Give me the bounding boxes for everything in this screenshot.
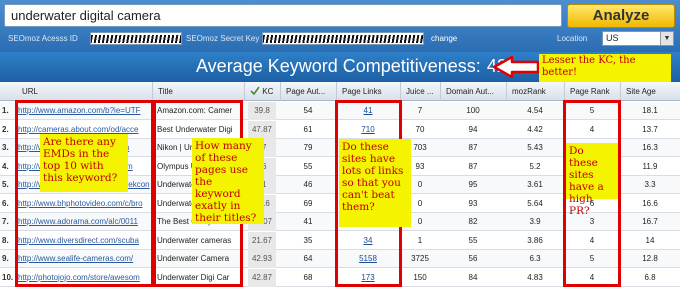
site-age-cell: 14 xyxy=(645,235,655,245)
url-column-highlight xyxy=(15,100,154,287)
kc-cell: 39.8 xyxy=(248,102,276,120)
mozrank-cell: 4.42 xyxy=(527,124,543,134)
row-number: 8. xyxy=(2,235,9,245)
row-number: 6. xyxy=(2,198,9,208)
site-age-cell: 18.1 xyxy=(642,106,658,115)
access-id-label: SEOmoz Acesss ID xyxy=(8,34,78,43)
domain-authority-cell: 95 xyxy=(468,180,478,189)
page-authority-cell: 68 xyxy=(303,272,313,282)
site-age-cell: 16.3 xyxy=(642,143,658,152)
header-url[interactable]: URL xyxy=(14,82,152,101)
domain-authority-cell: 94 xyxy=(468,124,478,134)
change-link[interactable]: change xyxy=(431,34,457,43)
juice-cell: 70 xyxy=(415,124,425,134)
page-authority-cell: 55 xyxy=(303,161,313,171)
chevron-down-icon[interactable]: ▼ xyxy=(660,32,673,45)
domain-authority-cell: 87 xyxy=(468,161,478,171)
page-authority-cell: 64 xyxy=(303,254,313,263)
header-domain-authority[interactable]: Domain Aut... xyxy=(440,82,506,101)
mozrank-cell: 6.3 xyxy=(529,254,541,263)
kc-cell: 21.67 xyxy=(248,231,276,250)
pagerank-note: Do these sites have a high PR? xyxy=(566,143,618,217)
redacted-scribble xyxy=(91,35,181,43)
row-number: 2. xyxy=(2,124,9,134)
site-age-cell: 6.8 xyxy=(644,272,656,282)
location-selected-value: US xyxy=(606,33,619,43)
header-kc-label: KC xyxy=(262,87,274,96)
keyword-input[interactable]: underwater digital camera xyxy=(4,4,562,27)
kc-cell: 42.93 xyxy=(248,250,276,268)
site-age-cell: 12.8 xyxy=(642,254,658,263)
juice-cell: 150 xyxy=(413,272,427,282)
mozrank-cell: 4.83 xyxy=(527,272,543,282)
header-juice[interactable]: Juice ... xyxy=(400,82,440,101)
mozrank-cell: 3.9 xyxy=(529,217,541,226)
red-arrow-icon xyxy=(492,56,540,78)
emd-note: Are there any EMDs in the top 10 with th… xyxy=(40,134,128,192)
domain-authority-cell: 84 xyxy=(468,272,478,282)
site-age-cell: 16.6 xyxy=(642,198,658,208)
row-number: 4. xyxy=(2,161,9,171)
domain-authority-cell: 56 xyxy=(468,254,478,263)
page-authority-cell: 46 xyxy=(303,180,313,189)
domain-authority-cell: 93 xyxy=(468,198,478,208)
secret-key-field[interactable] xyxy=(262,32,424,45)
secret-key-label: SEOmoz Secret Key xyxy=(186,34,260,43)
header-page-rank[interactable]: Page Rank xyxy=(564,82,620,101)
analyze-button[interactable]: Analyze xyxy=(567,4,675,28)
links-note: Do these sites have lots of links so tha… xyxy=(339,139,411,227)
header-page-authority[interactable]: Page Aut... xyxy=(280,82,336,101)
row-number: 10. xyxy=(2,272,14,282)
site-age-cell: 16.7 xyxy=(642,217,658,226)
row-number: 3. xyxy=(2,143,9,152)
juice-cell: 7 xyxy=(417,106,423,115)
kc-cell: 47.87 xyxy=(248,120,276,139)
header-title[interactable]: Title xyxy=(152,82,244,101)
site-age-cell: 11.9 xyxy=(642,161,658,171)
header-site-age[interactable]: Site Age xyxy=(620,82,680,101)
kc-label: Average Keyword Competitiveness: xyxy=(196,56,481,76)
page-authority-cell: 54 xyxy=(303,106,313,115)
page-authority-cell: 79 xyxy=(303,143,313,152)
mozrank-cell: 5.43 xyxy=(527,143,543,152)
site-age-cell: 13.7 xyxy=(642,124,658,134)
redacted-scribble xyxy=(263,35,423,43)
mozrank-cell: 5.64 xyxy=(527,198,543,208)
mozrank-cell: 3.86 xyxy=(527,235,543,245)
location-label: Location xyxy=(557,34,588,43)
kc-cell: 42.87 xyxy=(248,268,276,287)
mozrank-cell: 4.54 xyxy=(527,106,543,115)
domain-authority-cell: 82 xyxy=(468,217,478,226)
row-number: 7. xyxy=(2,217,9,226)
header-kc[interactable]: KC xyxy=(244,82,280,101)
domain-authority-cell: 87 xyxy=(468,143,478,152)
search-bar: underwater digital camera Analyze SEOmoz… xyxy=(0,0,680,52)
page-authority-cell: 69 xyxy=(303,198,313,208)
juice-cell: 1 xyxy=(417,235,423,245)
mozrank-cell: 5.2 xyxy=(529,161,541,171)
juice-cell: 3725 xyxy=(411,254,429,263)
location-select[interactable]: US ▼ xyxy=(602,31,674,46)
page-authority-cell: 41 xyxy=(303,217,313,226)
header-mozrank[interactable]: mozRank xyxy=(506,82,564,101)
page-authority-cell: 35 xyxy=(303,235,313,245)
page-authority-cell: 61 xyxy=(303,124,313,134)
title-note: How many of these pages use the keyword … xyxy=(192,138,264,224)
kc-heading: Average Keyword Competitiveness:42 xyxy=(196,56,507,77)
header-page-links[interactable]: Page Links xyxy=(336,82,400,101)
results-table-header: URL Title KC Page Aut... Page Links Juic… xyxy=(0,82,680,101)
row-number: 9. xyxy=(2,254,9,263)
site-age-cell: 3.3 xyxy=(644,180,656,189)
kc-note: Lesser the KC, the better! xyxy=(539,54,671,82)
domain-authority-cell: 55 xyxy=(468,235,478,245)
mozrank-cell: 3.61 xyxy=(527,180,543,189)
row-number: 1. xyxy=(2,106,9,115)
row-number: 5. xyxy=(2,180,9,189)
domain-authority-cell: 100 xyxy=(466,106,480,115)
sort-icon xyxy=(250,86,260,96)
access-id-field[interactable] xyxy=(90,32,182,45)
